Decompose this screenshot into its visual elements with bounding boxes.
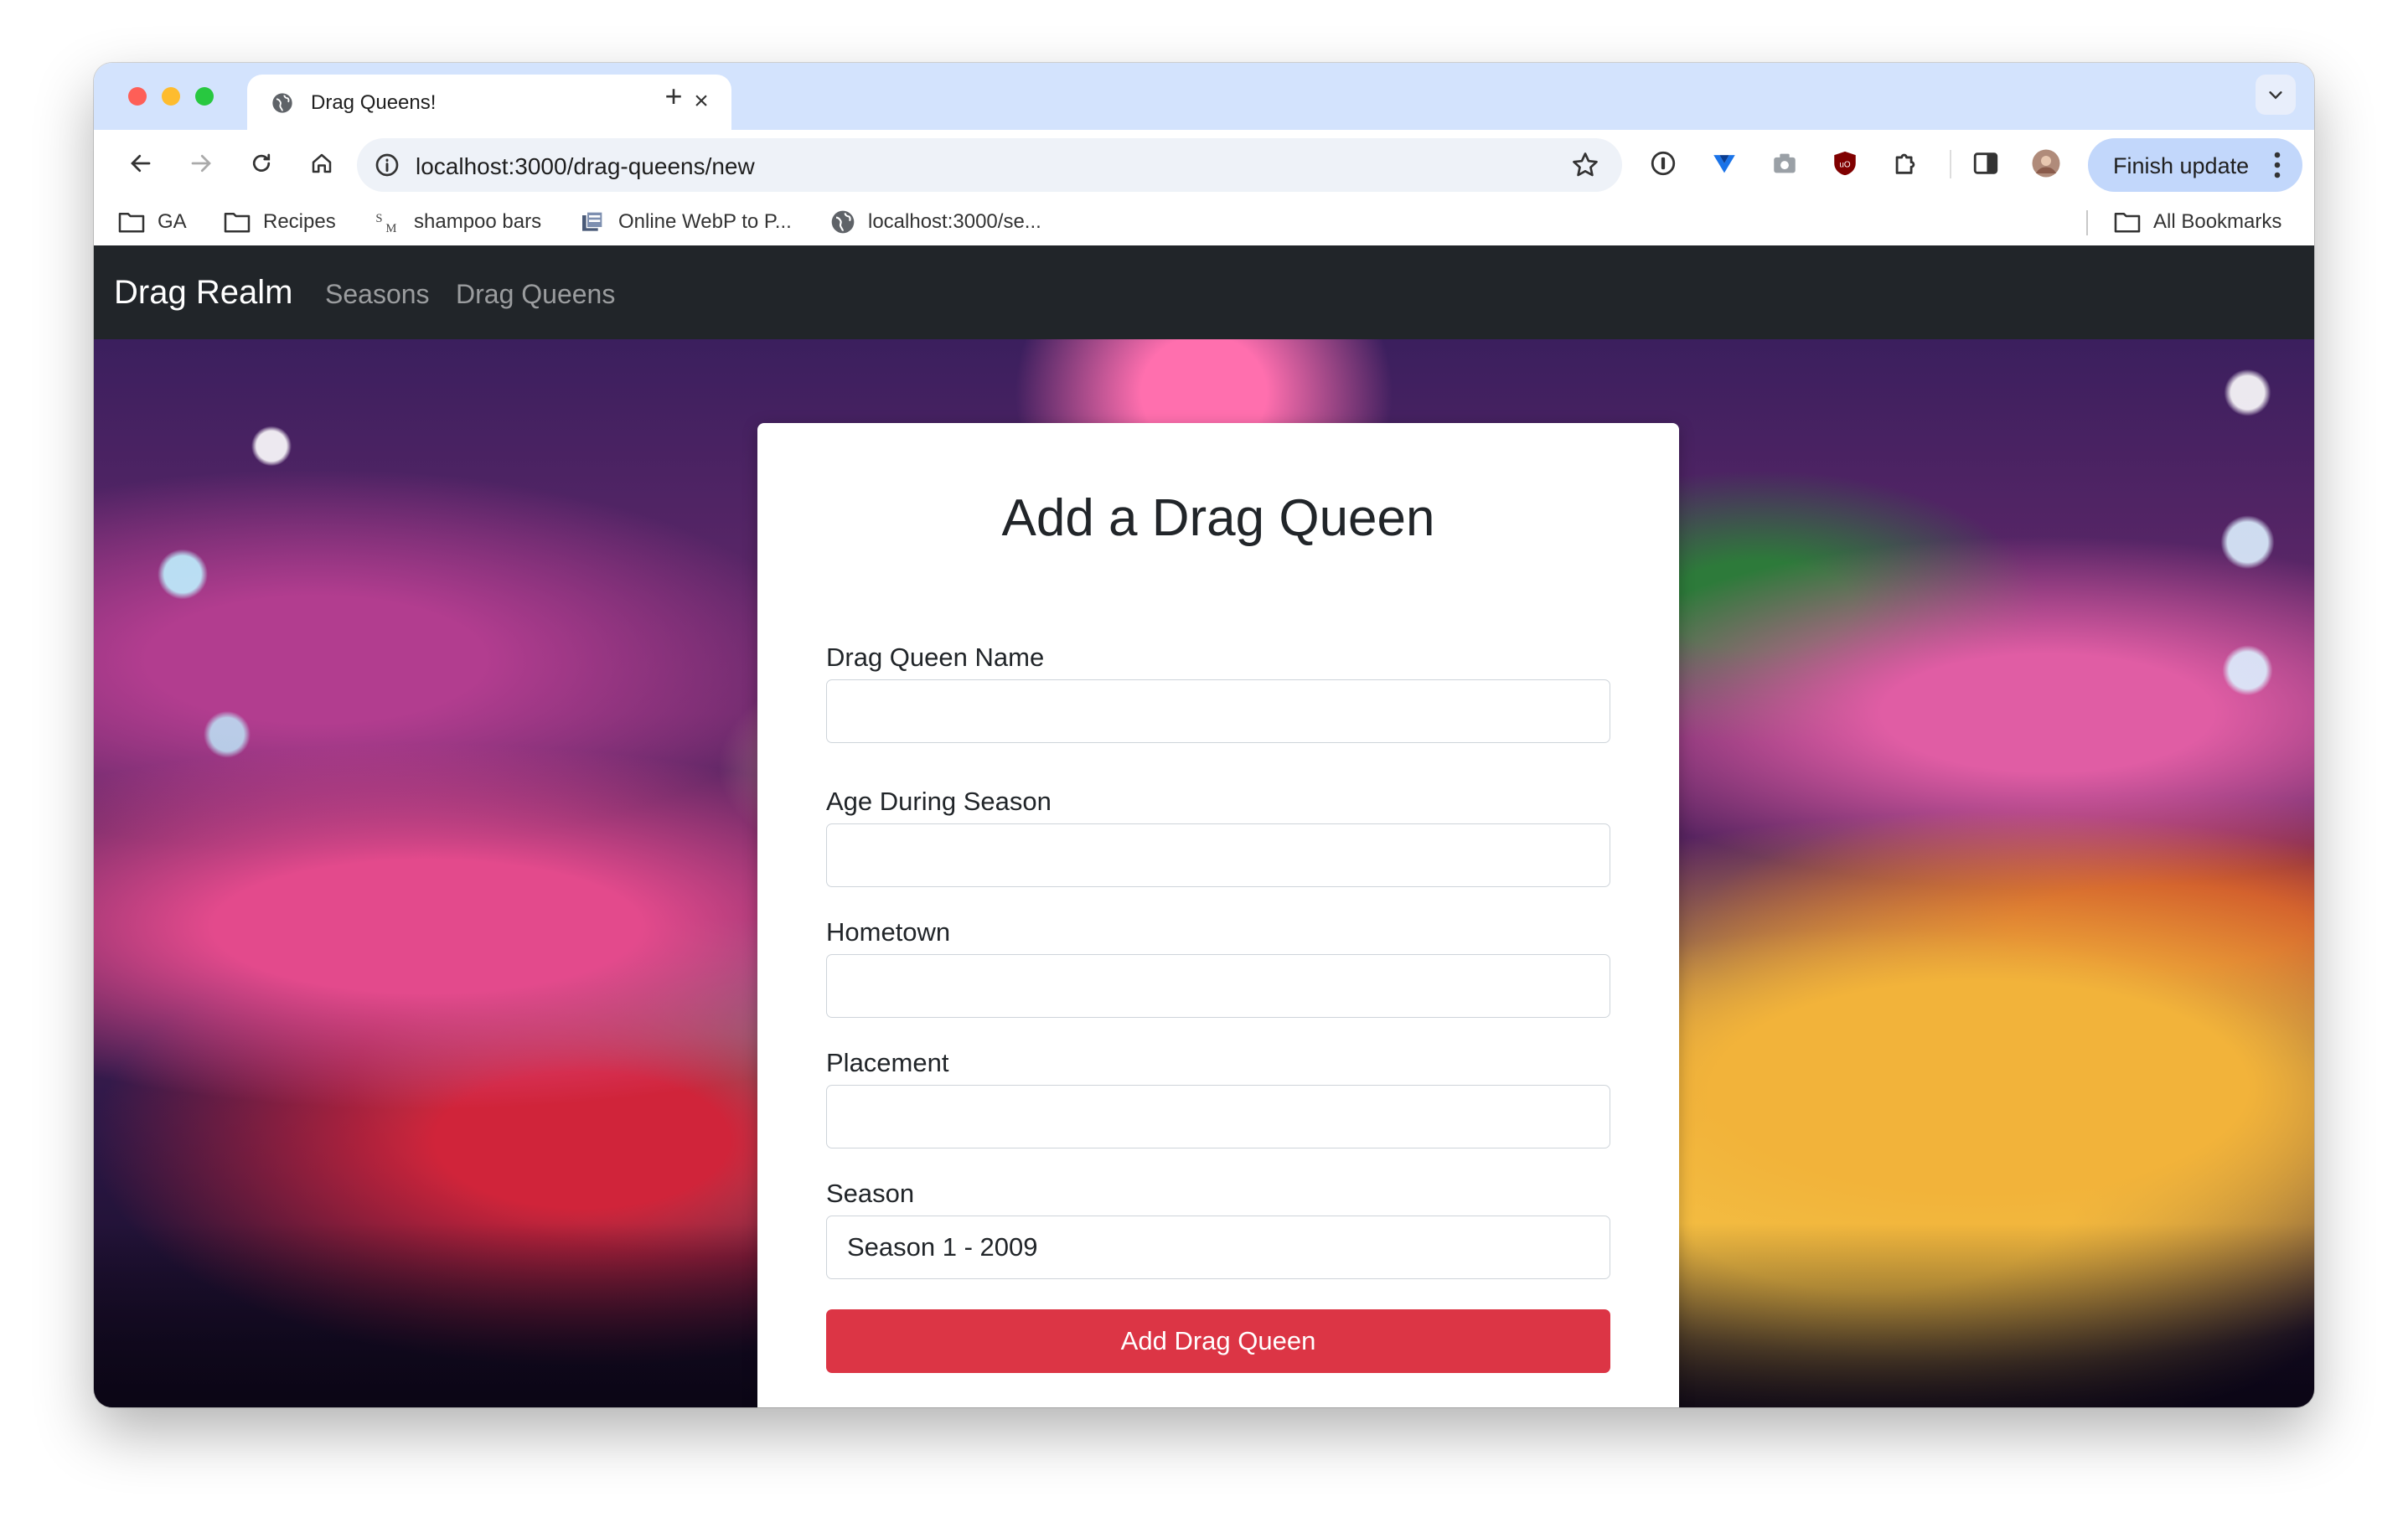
maximize-window-button[interactable] [195,87,214,106]
hometown-input[interactable] [826,954,1610,1018]
minimize-window-button[interactable] [162,87,180,106]
tab-title: Drag Queens! [311,91,437,114]
bookmark-star-icon[interactable] [1570,150,1600,180]
url-text: localhost:3000/drag-queens/new [416,153,755,179]
finish-update-label: Finish update [2113,153,2250,178]
camera-icon[interactable] [1770,148,1800,178]
forward-button[interactable] [181,143,221,183]
all-bookmarks-label: All Bookmarks [2153,210,2282,233]
crowd-silhouette-right [1679,1223,2314,1407]
globe-icon [272,93,292,113]
crowd-silhouette-left [94,1223,757,1407]
vue-devtools-icon[interactable] [1709,148,1739,178]
name-input[interactable] [826,679,1610,743]
all-bookmarks-button[interactable]: All Bookmarks [2113,209,2281,235]
bookmark-label: GA [158,210,187,233]
site-info-icon[interactable] [374,152,400,178]
address-bar[interactable]: localhost:3000/drag-queens/new [357,138,1622,192]
forward-arrow-icon [191,154,211,173]
nav-link-drag-queens[interactable]: Drag Queens [456,279,615,310]
bookmarks-bar: GA Recipes SM shampoo bars Online WebP t… [94,197,2314,246]
svg-text:M: M [385,222,396,235]
age-label: Age During Season [826,787,1052,816]
season-label: Season [826,1179,915,1208]
browser-toolbar: localhost:3000/drag-queens/new uO Finish… [94,130,2314,197]
folder-icon [118,212,145,233]
app-navbar: Drag Realm Seasons Drag Queens [94,245,2314,339]
svg-text:uO: uO [1839,160,1851,169]
season-selected-value: Season 1 - 2009 [847,1232,1038,1262]
reload-icon [252,153,271,172]
finish-update-button[interactable]: Finish update [2088,138,2302,192]
bookmarks-divider [2086,210,2088,235]
password-manager-icon[interactable] [1648,148,1678,178]
bookmark-recipes[interactable]: Recipes [223,209,336,235]
close-window-button[interactable] [128,87,147,106]
web-page: Drag Realm Seasons Drag Queens Add a Dra… [94,245,2314,1407]
brand-link[interactable]: Drag Realm [114,274,292,312]
profile-avatar[interactable] [2031,148,2061,178]
tab-search-button[interactable] [2256,75,2296,115]
home-button[interactable] [302,143,342,183]
bookmark-label: localhost:3000/se... [868,210,1041,233]
placement-input[interactable] [826,1085,1610,1148]
age-input[interactable] [826,823,1610,887]
bookmark-label: shampoo bars [414,210,542,233]
kebab-menu-icon [2274,152,2281,178]
reload-button[interactable] [241,143,282,183]
back-button[interactable] [121,143,161,183]
converter-favicon [582,211,603,231]
side-panel-icon[interactable] [1971,148,2001,178]
back-arrow-icon [131,154,151,173]
new-tab-button[interactable]: + [654,76,694,116]
name-label: Drag Queen Name [826,643,1045,672]
form-card: Add a Drag Queen Drag Queen Name Age Dur… [757,423,1679,1407]
toolbar-divider [1950,150,1951,178]
form-heading: Add a Drag Queen [1001,489,1435,547]
bookmark-localhost[interactable]: localhost:3000/se... [829,209,1041,235]
bookmark-label: Recipes [263,210,336,233]
folder-icon [2114,212,2141,233]
ublock-icon[interactable]: uO [1830,148,1860,178]
svg-text:S: S [375,212,382,225]
bookmark-label: Online WebP to P... [618,210,792,233]
extensions-puzzle-icon[interactable] [1890,148,1920,178]
sm-favicon: SM [375,212,396,235]
add-drag-queen-button[interactable]: Add Drag Queen [826,1309,1610,1373]
home-icon [312,153,332,173]
browser-window: Drag Queens! × + localhost:3000/drag-que… [94,63,2314,1407]
hero-background-image: Add a Drag Queen Drag Queen Name Age Dur… [94,339,2314,1407]
folder-icon [224,212,251,233]
bookmark-shampoo-bars[interactable]: SM shampoo bars [374,209,541,235]
season-select[interactable]: Season 1 - 2009 [826,1216,1610,1279]
globe-icon [831,210,855,234]
nav-link-seasons[interactable]: Seasons [325,279,430,310]
placement-label: Placement [826,1048,949,1077]
bookmark-ga[interactable]: GA [117,209,187,235]
tab-strip: Drag Queens! × + [94,63,2314,130]
hometown-label: Hometown [826,917,951,947]
chevron-down-icon [2269,91,2282,100]
bookmark-webp-converter[interactable]: Online WebP to P... [578,209,792,235]
